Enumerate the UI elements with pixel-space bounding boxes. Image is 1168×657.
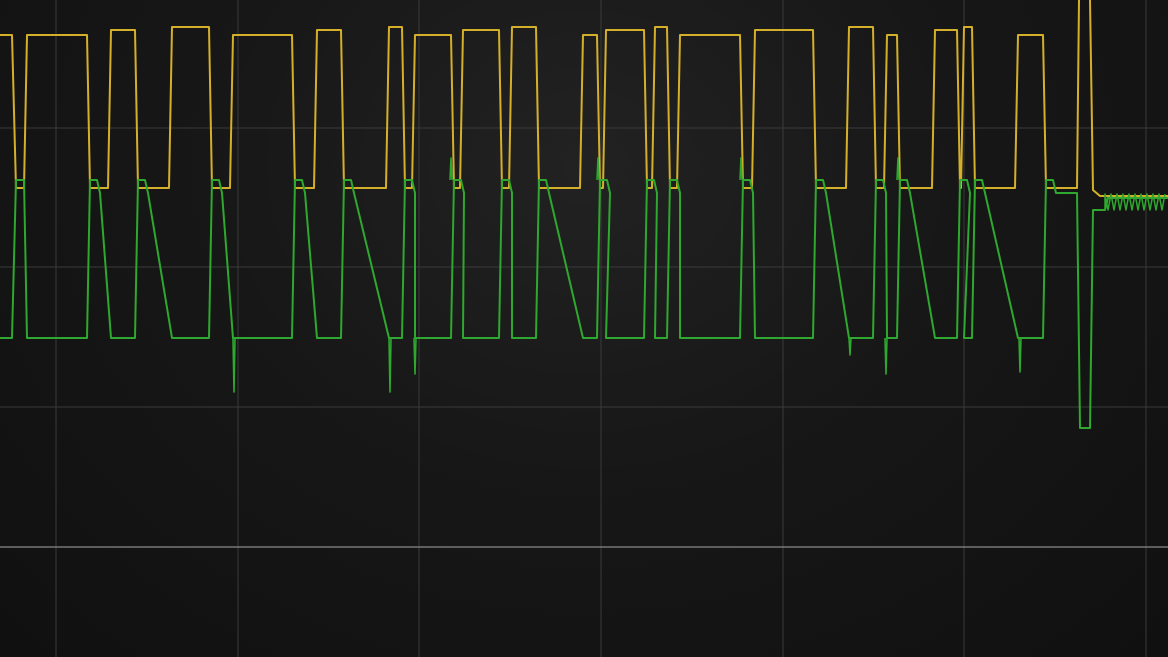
channel-2-spike [388, 337, 392, 393]
channel-2-spike [739, 157, 743, 181]
channel-2-spike [449, 157, 453, 181]
channel-2-trace [0, 179, 1168, 429]
graticule-grid [0, 0, 1168, 657]
channel-1-trace [0, 0, 1168, 197]
oscilloscope-display [0, 0, 1168, 657]
waveform-plot [0, 0, 1168, 657]
channel-2-spike [1018, 337, 1022, 373]
channel-2-spike [232, 337, 236, 393]
waveform-traces [0, 0, 1168, 429]
channel-2-spike [848, 337, 852, 356]
channel-2-spike [896, 157, 900, 181]
channel-2-spike [884, 337, 888, 375]
channel-2-spike [596, 157, 600, 181]
channel-2-spike [413, 337, 417, 375]
